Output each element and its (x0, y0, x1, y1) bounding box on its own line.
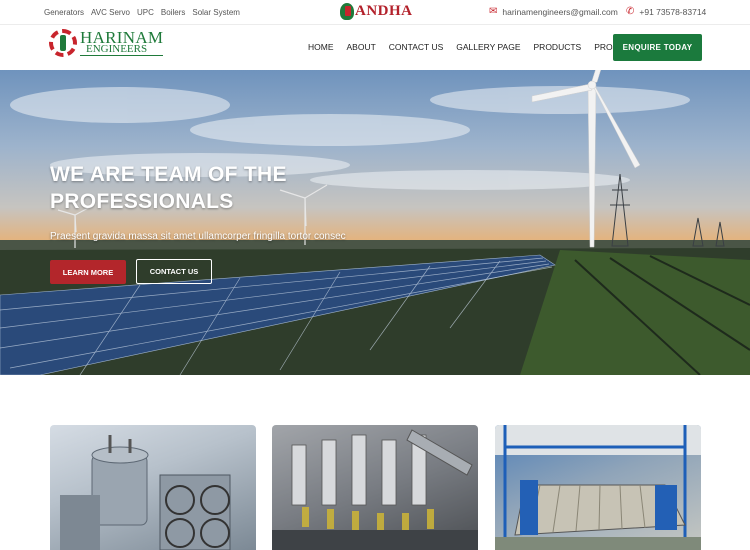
toplink-upc[interactable]: UPC (137, 8, 154, 17)
product-card-transformer[interactable] (50, 425, 256, 550)
toplink-generators[interactable]: Generators (44, 8, 84, 17)
email-contact[interactable]: ✉ harinamengineers@gmail.com (489, 6, 618, 18)
filter-press-image (495, 425, 701, 550)
pandha-brand-text: ANDHA (355, 3, 413, 19)
product-card-bottling-machine[interactable] (272, 425, 478, 550)
nav-item-products[interactable]: PRODUCTS (534, 42, 582, 52)
bottling-machine-image (272, 425, 478, 550)
logo-text: HARINAM ENGINEERS (80, 29, 164, 57)
top-links: Generators AVC Servo UPC Boilers Solar S… (44, 8, 240, 17)
contact-us-button[interactable]: CONTACT US (136, 259, 212, 284)
phone-text[interactable]: +91 73578-83714 (639, 7, 706, 17)
nav-item-home[interactable]: HOME (308, 42, 334, 52)
toplink-boilers[interactable]: Boilers (161, 8, 185, 17)
main-navbar: HARINAM ENGINEERS HOME ABOUT CONTACT US … (0, 26, 750, 70)
gear-wrench-logo-icon (49, 29, 77, 57)
pandha-logo[interactable]: ANDHA (340, 3, 413, 20)
top-bar: Generators AVC Servo UPC Boilers Solar S… (0, 0, 750, 25)
pandha-mark-icon (340, 3, 354, 20)
hero-background-image (0, 70, 750, 375)
hero-subtitle: Praesent gravida massa sit amet ullamcor… (50, 231, 346, 242)
nav-item-gallery-page[interactable]: GALLERY PAGE (456, 42, 520, 52)
hero-banner: WE ARE TEAM OF THE PROFESSIONALS Praesen… (0, 70, 750, 375)
nav-menu: HOME ABOUT CONTACT US GALLERY PAGE PRODU… (308, 42, 640, 52)
phone-icon: ✆ (626, 6, 635, 17)
hero-title: WE ARE TEAM OF THE PROFESSIONALS (50, 163, 287, 213)
phone-contact[interactable]: ✆ +91 73578-83714 (626, 6, 706, 18)
site-logo[interactable]: HARINAM ENGINEERS (49, 29, 164, 57)
email-text[interactable]: harinamengineers@gmail.com (502, 7, 617, 17)
nav-item-about[interactable]: ABOUT (347, 42, 376, 52)
toplink-avc-servo[interactable]: AVC Servo (91, 8, 130, 17)
product-card-filter-press[interactable] (495, 425, 701, 550)
nav-item-contact-us[interactable]: CONTACT US (389, 42, 443, 52)
envelope-icon: ✉ (489, 6, 498, 17)
toplink-solar-system[interactable]: Solar System (192, 8, 240, 17)
enquire-today-button[interactable]: ENQUIRE TODAY (613, 34, 702, 61)
learn-more-button[interactable]: LEARN MORE (50, 260, 126, 284)
transformer-image (60, 435, 231, 550)
